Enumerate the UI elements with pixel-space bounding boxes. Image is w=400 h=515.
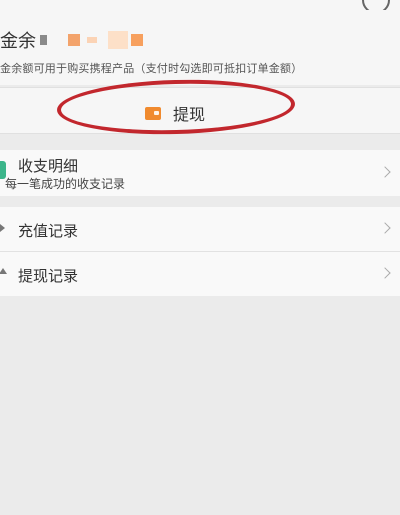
- withdraw-record-icon: [0, 268, 7, 274]
- list-item-recharge-records[interactable]: 充值记录: [0, 207, 400, 252]
- chevron-right-icon: [379, 267, 391, 279]
- balance-card: 金余 金余额可用于购买携程产品（支付时勾选即可抵扣订单金额）: [0, 10, 400, 85]
- balance-row: 金余: [0, 28, 146, 52]
- income-details-title: 收支明细: [18, 157, 79, 175]
- list-item-withdraw-records[interactable]: 提现记录: [0, 252, 400, 296]
- wallet-icon: [145, 106, 161, 120]
- chevron-right-icon: [379, 222, 391, 234]
- withdraw-records-label: 提现记录: [18, 267, 79, 285]
- menu-circle-icon[interactable]: [362, 0, 390, 10]
- chevron-right-icon: [379, 166, 391, 178]
- top-bar: [0, 0, 400, 10]
- recharge-icon: [0, 224, 5, 232]
- balance-amount-obscured: [40, 31, 146, 49]
- balance-label: 金余: [0, 31, 36, 52]
- recharge-records-label: 充值记录: [18, 222, 79, 240]
- income-details-subtitle: 每一笔成功的收支记录: [5, 177, 126, 191]
- withdraw-bar: 提现: [0, 87, 400, 134]
- withdraw-button[interactable]: 提现: [145, 101, 205, 125]
- balance-note: 金余额可用于购买携程产品（支付时勾选即可抵扣订单金额）: [0, 62, 303, 75]
- list-item-income-details[interactable]: 收支明细 每一笔成功的收支记录: [0, 150, 400, 196]
- withdraw-label: 提现: [173, 105, 206, 124]
